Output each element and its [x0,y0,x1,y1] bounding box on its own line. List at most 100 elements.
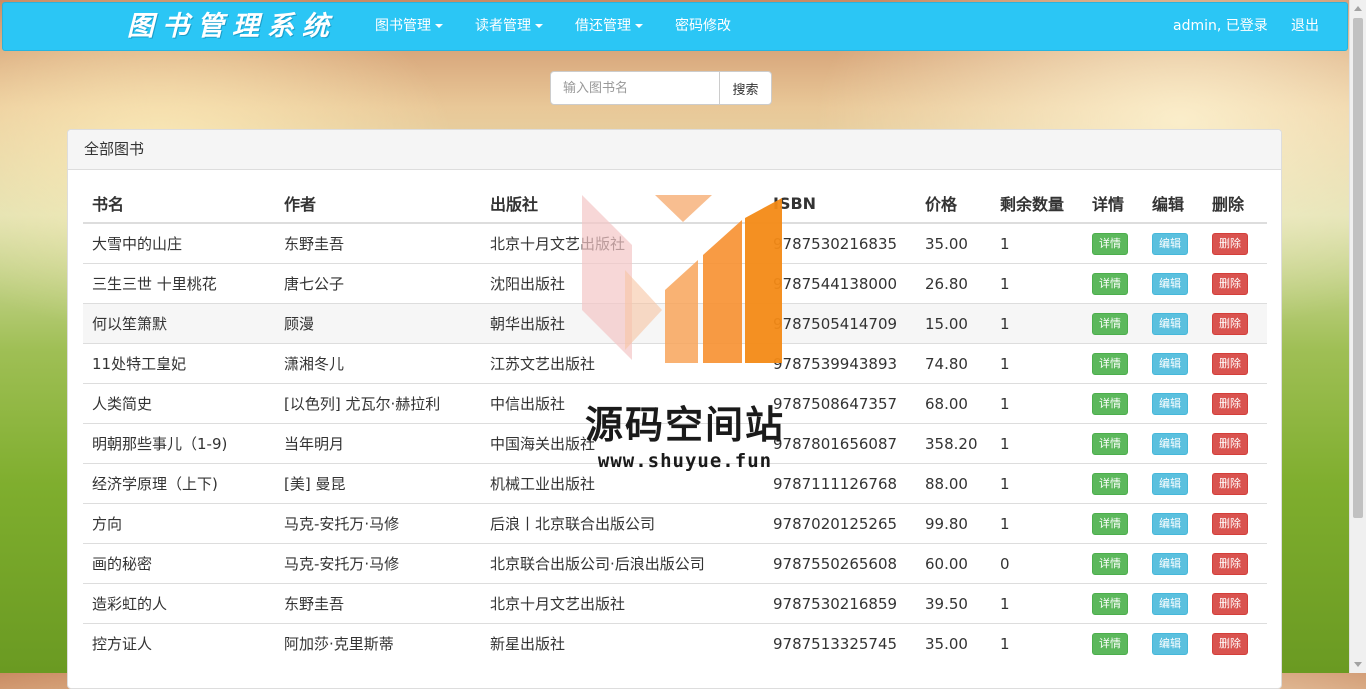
action-cell: 编辑 [1143,623,1203,663]
app-brand-logo[interactable]: 图书管理系统 [127,9,337,45]
delete-button[interactable]: 删除 [1212,472,1248,495]
book-title-cell: 画的秘密 [83,543,275,584]
table-row: 11处特工皇妃 潇湘冬儿 江苏文艺出版社 9787539943893 74.80 1 详情 编… [83,343,1267,384]
book-stock-cell: 1 [991,423,1083,464]
delete-button[interactable]: 删除 [1212,312,1248,335]
book-publisher-cell: 沈阳出版社 [481,263,764,304]
book-title-cell: 11处特工皇妃 [83,343,275,384]
nav-menu-password-change[interactable]: 密码修改 [675,3,731,50]
detail-button[interactable]: 详情 [1092,552,1128,575]
delete-button[interactable]: 删除 [1212,392,1248,415]
edit-button[interactable]: 编辑 [1152,432,1188,455]
book-isbn-cell: 9787550265608 [764,543,916,584]
book-search-input[interactable] [550,71,720,105]
book-price-cell: 15.00 [916,303,991,344]
chevron-down-icon [635,24,643,28]
page-scrollbar[interactable] [1349,0,1366,673]
book-stock-cell: 0 [991,543,1083,584]
detail-button[interactable]: 详情 [1092,512,1128,535]
logout-link[interactable]: 退出 [1291,3,1319,50]
delete-button[interactable]: 删除 [1212,592,1248,615]
table-row: 明朝那些事儿（1-9) 当年明月 中国海关出版社 9787801656087 358.2… [83,423,1267,464]
user-status-link[interactable]: admin, 已登录 [1173,3,1268,50]
delete-button[interactable]: 删除 [1212,512,1248,535]
delete-button[interactable]: 删除 [1212,552,1248,575]
book-publisher-cell: 北京联合出版公司·后浪出版公司 [481,543,764,584]
books-table: 书名 作者 出版社 ISBN 价格 剩余数量 详情 编辑 删除 大雪中的山庄 东野… [83,184,1267,663]
edit-button[interactable]: 编辑 [1152,552,1188,575]
book-isbn-cell: 9787530216835 [764,222,916,264]
action-cell: 编辑 [1143,303,1203,344]
detail-button[interactable]: 详情 [1092,232,1128,255]
detail-button[interactable]: 详情 [1092,632,1128,655]
book-author-cell: 潇湘冬儿 [275,343,481,384]
column-header-edit: 编辑 [1143,184,1203,224]
book-isbn-cell: 9787539943893 [764,343,916,384]
action-cell: 删除 [1203,383,1267,424]
top-navbar: 图书管理系统 图书管理 读者管理 借还管理 密码修改 admin, 已登录 退出 [2,2,1348,51]
edit-button[interactable]: 编辑 [1152,392,1188,415]
table-row: 画的秘密 马克-安托万·马修 北京联合出版公司·后浪出版公司 978755026560… [83,543,1267,584]
edit-button[interactable]: 编辑 [1152,312,1188,335]
book-title-cell: 造彩虹的人 [83,583,275,624]
book-publisher-cell: 北京十月文艺出版社 [481,583,764,624]
book-author-cell: 顾漫 [275,303,481,344]
book-author-cell: 唐七公子 [275,263,481,304]
edit-button[interactable]: 编辑 [1152,632,1188,655]
book-publisher-cell: 机械工业出版社 [481,463,764,504]
nav-menu-reader-management[interactable]: 读者管理 [475,3,543,50]
detail-button[interactable]: 详情 [1092,272,1128,295]
book-title-cell: 三生三世 十里桃花 [83,263,275,304]
action-cell: 详情 [1083,463,1143,504]
table-row: 造彩虹的人 东野圭吾 北京十月文艺出版社 9787530216859 39.50 1 详情 编… [83,583,1267,624]
delete-button[interactable]: 删除 [1212,272,1248,295]
scroll-up-arrow-icon[interactable] [1354,6,1362,11]
action-cell: 详情 [1083,222,1143,264]
table-row: 三生三世 十里桃花 唐七公子 沈阳出版社 9787544138000 26.80 1 详情 编… [83,263,1267,304]
book-author-cell: 东野圭吾 [275,583,481,624]
delete-button[interactable]: 删除 [1212,232,1248,255]
action-cell: 删除 [1203,343,1267,384]
book-isbn-cell: 9787801656087 [764,423,916,464]
detail-button[interactable]: 详情 [1092,312,1128,335]
delete-button[interactable]: 删除 [1212,352,1248,375]
action-cell: 删除 [1203,423,1267,464]
detail-button[interactable]: 详情 [1092,432,1128,455]
action-cell: 删除 [1203,583,1267,624]
book-isbn-cell: 9787544138000 [764,263,916,304]
table-row: 经济学原理（上下) [美] 曼昆 机械工业出版社 9787111126768 88.00… [83,463,1267,504]
action-cell: 删除 [1203,263,1267,304]
edit-button[interactable]: 编辑 [1152,472,1188,495]
book-price-cell: 35.00 [916,623,991,663]
edit-button[interactable]: 编辑 [1152,592,1188,615]
nav-menu-book-management[interactable]: 图书管理 [375,3,443,50]
detail-button[interactable]: 详情 [1092,592,1128,615]
action-cell: 详情 [1083,423,1143,464]
action-cell: 删除 [1203,222,1267,264]
book-publisher-cell: 朝华出版社 [481,303,764,344]
edit-button[interactable]: 编辑 [1152,352,1188,375]
edit-button[interactable]: 编辑 [1152,232,1188,255]
delete-button[interactable]: 删除 [1212,632,1248,655]
book-publisher-cell: 中信出版社 [481,383,764,424]
detail-button[interactable]: 详情 [1092,352,1128,375]
search-button[interactable]: 搜索 [719,71,772,105]
book-publisher-cell: 后浪丨北京联合出版公司 [481,503,764,544]
detail-button[interactable]: 详情 [1092,472,1128,495]
action-cell: 编辑 [1143,343,1203,384]
action-cell: 详情 [1083,543,1143,584]
book-author-cell: 当年明月 [275,423,481,464]
edit-button[interactable]: 编辑 [1152,272,1188,295]
scroll-down-arrow-icon[interactable] [1354,662,1362,667]
detail-button[interactable]: 详情 [1092,392,1128,415]
delete-button[interactable]: 删除 [1212,432,1248,455]
nav-menu-borrow-return[interactable]: 借还管理 [575,3,643,50]
book-stock-cell: 1 [991,263,1083,304]
book-price-cell: 39.50 [916,583,991,624]
action-cell: 编辑 [1143,383,1203,424]
book-title-cell: 何以笙箫默 [83,303,275,344]
column-header-delete: 删除 [1203,184,1267,224]
scrollbar-thumb[interactable] [1353,18,1363,518]
edit-button[interactable]: 编辑 [1152,512,1188,535]
column-header-title: 书名 [83,184,275,224]
